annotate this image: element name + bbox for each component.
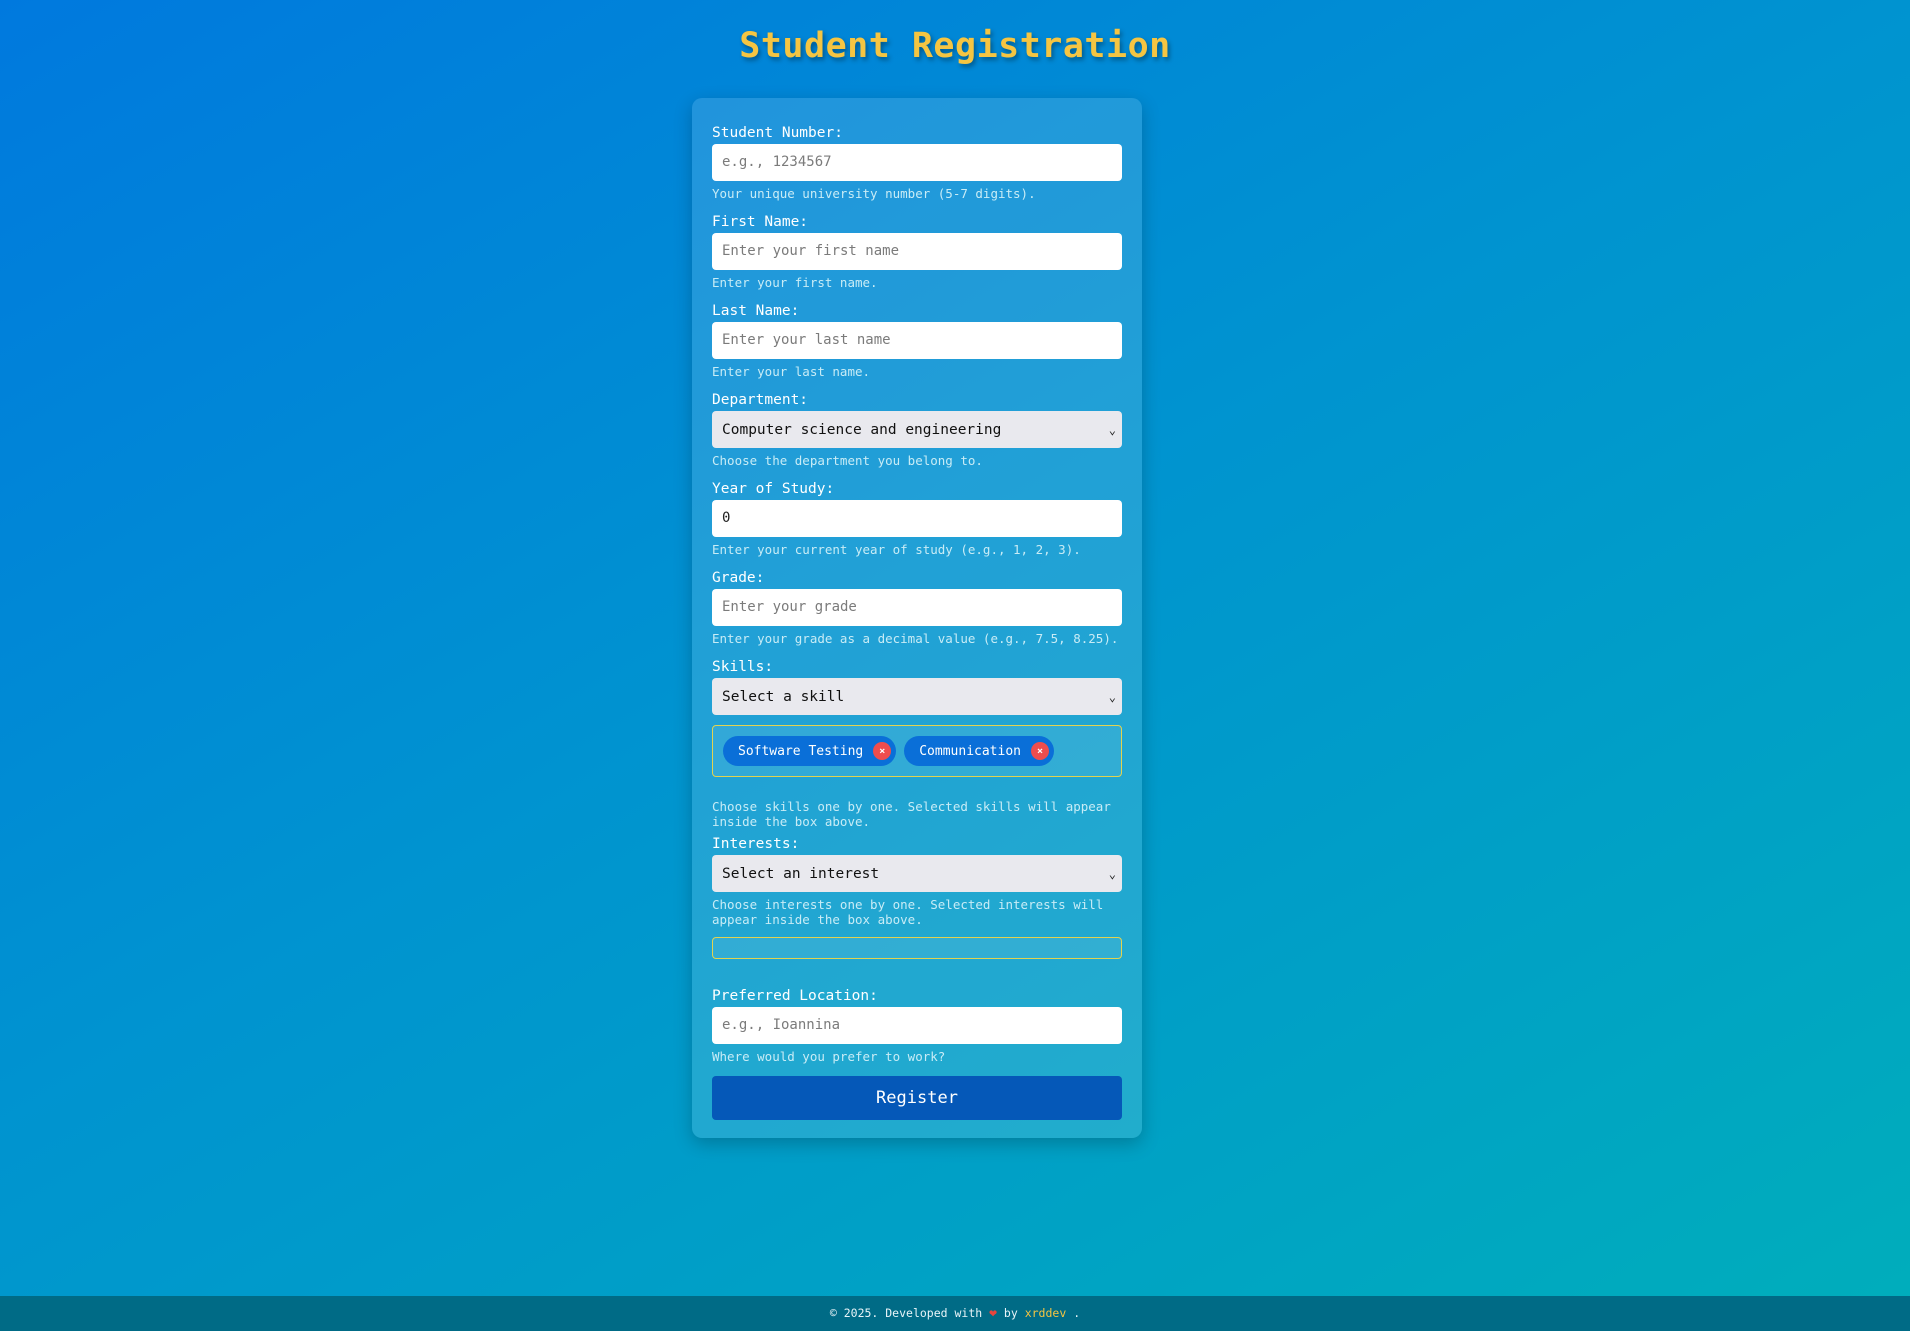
footer-by: by: [1003, 1306, 1018, 1320]
skills-selected-value: Select a skill: [722, 688, 845, 705]
student-number-hint: Your unique university number (5-7 digit…: [712, 186, 1036, 201]
selected-interests-box: [712, 937, 1122, 959]
year-label: Year of Study:: [712, 481, 835, 497]
interests-group: Interests: Select an interest ⌄ Choose i…: [712, 829, 1122, 959]
skills-select[interactable]: Select a skill ⌄: [712, 678, 1122, 715]
remove-skill-icon[interactable]: ×: [873, 742, 892, 760]
department-label: Department:: [712, 392, 809, 408]
author-link[interactable]: xrddev: [1025, 1306, 1067, 1320]
department-hint: Choose the department you belong to.: [712, 453, 983, 468]
skills-group: Skills: Select a skill ⌄ Software Testin…: [712, 652, 1122, 829]
footer-suffix: .: [1073, 1306, 1081, 1320]
location-hint: Where would you prefer to work?: [712, 1049, 946, 1064]
interests-select[interactable]: Select an interest ⌄: [712, 855, 1122, 892]
location-group: Preferred Location: e.g., Ioannina Where…: [712, 981, 1122, 1070]
last-name-group: Last Name: Enter your last name Enter yo…: [712, 296, 1122, 385]
remove-skill-icon[interactable]: ×: [1030, 742, 1049, 760]
footer: © 2025. Developed with ❤ by xrddev .: [0, 1296, 1910, 1331]
chevron-down-icon: ⌄: [1108, 422, 1116, 437]
chevron-down-icon: ⌄: [1108, 689, 1116, 704]
first-name-hint: Enter your first name.: [712, 275, 878, 290]
grade-label: Grade:: [712, 570, 765, 586]
grade-hint: Enter your grade as a decimal value (e.g…: [712, 631, 1119, 646]
last-name-label: Last Name:: [712, 303, 800, 319]
chevron-down-icon: ⌄: [1108, 866, 1116, 881]
student-number-label: Student Number:: [712, 125, 843, 141]
location-label: Preferred Location:: [712, 988, 878, 1004]
skill-tag: Software Testing ×: [723, 736, 897, 766]
selected-skills-box: Software Testing × Communication ×: [712, 725, 1122, 777]
first-name-input[interactable]: Enter your first name: [712, 233, 1122, 270]
last-name-input[interactable]: Enter your last name: [712, 322, 1122, 359]
interests-label: Interests:: [712, 836, 800, 852]
skills-label: Skills:: [712, 659, 774, 675]
student-number-input[interactable]: e.g., 1234567: [712, 144, 1122, 181]
skill-tag-label: Software Testing: [738, 743, 864, 759]
location-input[interactable]: e.g., Ioannina: [712, 1007, 1122, 1044]
skill-tag: Communication ×: [904, 736, 1054, 766]
grade-group: Grade: Enter your grade Enter your grade…: [712, 563, 1122, 652]
year-group: Year of Study: 0 Enter your current year…: [712, 474, 1122, 563]
department-group: Department: Computer science and enginee…: [712, 385, 1122, 474]
registration-form: Student Number: e.g., 1234567 Your uniqu…: [692, 98, 1142, 1138]
department-selected-value: Computer science and engineering: [722, 421, 1002, 438]
interests-hint: Choose interests one by one. Selected in…: [712, 897, 1104, 927]
first-name-label: First Name:: [712, 214, 809, 230]
footer-prefix: © 2025. Developed with: [829, 1306, 983, 1320]
heart-icon: ❤: [989, 1306, 997, 1321]
year-input[interactable]: 0: [712, 500, 1122, 537]
year-hint: Enter your current year of study (e.g., …: [712, 542, 1081, 557]
skills-hint: Choose skills one by one. Selected skill…: [712, 799, 1111, 829]
last-name-hint: Enter your last name.: [712, 364, 871, 379]
skill-tag-label: Communication: [919, 743, 1021, 759]
page-title: Student Registration: [739, 26, 1171, 66]
interests-selected-value: Select an interest: [722, 865, 880, 882]
grade-input[interactable]: Enter your grade: [712, 589, 1122, 626]
department-select[interactable]: Computer science and engineering ⌄: [712, 411, 1122, 448]
student-number-group: Student Number: e.g., 1234567 Your uniqu…: [712, 118, 1122, 207]
register-button[interactable]: Register: [712, 1076, 1122, 1120]
first-name-group: First Name: Enter your first name Enter …: [712, 207, 1122, 296]
